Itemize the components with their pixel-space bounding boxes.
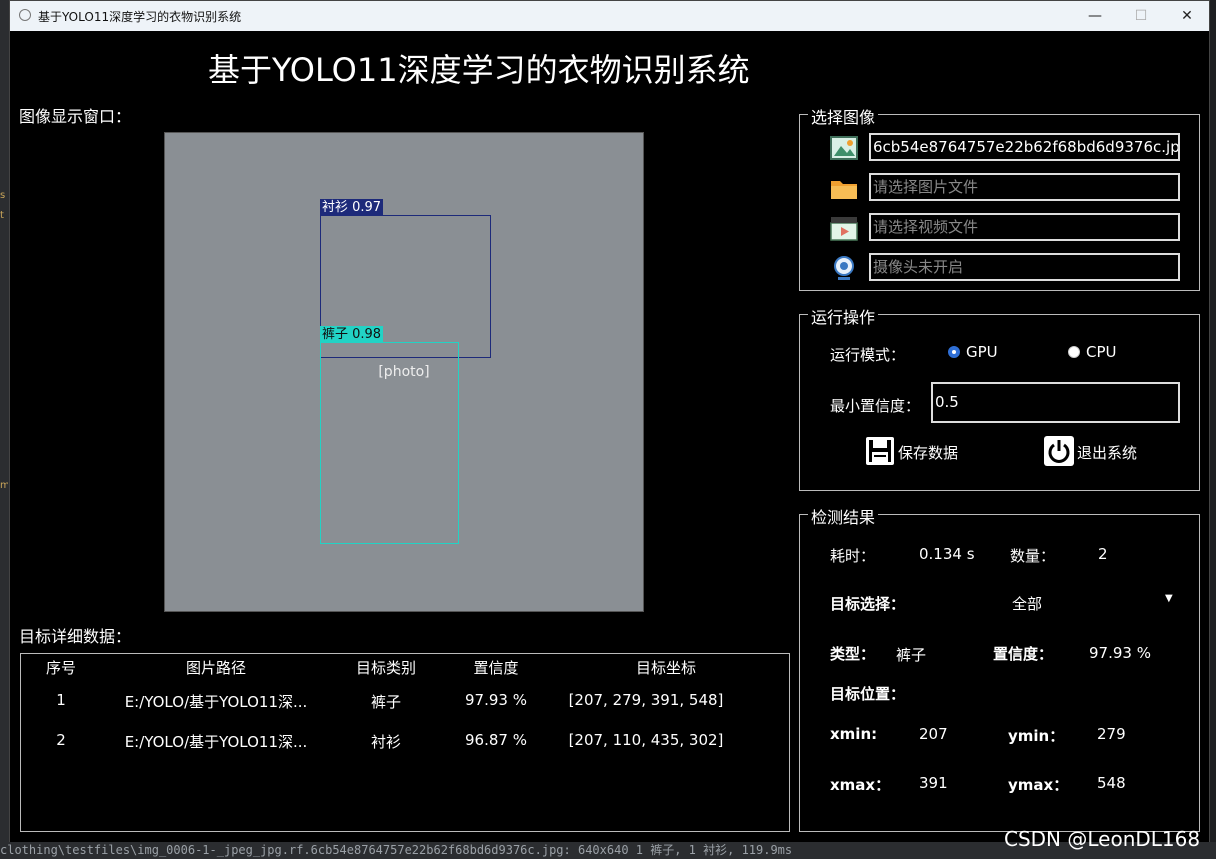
type-label: 类型： xyxy=(830,645,876,663)
operations-group: 运行操作 运行模式： GPU CPU 最小置信度： 0.5 保存数据 退出系统 xyxy=(799,304,1200,491)
conf-label: 置信度： xyxy=(993,645,1054,663)
minimize-button[interactable]: — xyxy=(1072,1,1118,31)
run-mode-label: 运行模式： xyxy=(830,346,906,364)
table-header-conf: 置信度 xyxy=(473,659,519,677)
operations-title: 运行操作 xyxy=(808,304,879,328)
table-header-path: 图片路径 xyxy=(185,659,246,677)
video-icon[interactable] xyxy=(829,213,859,243)
target-select-value: 全部 xyxy=(1012,595,1043,613)
count-label: 数量： xyxy=(1010,547,1056,565)
target-select-dropdown[interactable]: 全部 ▼ xyxy=(950,587,1180,615)
camera-icon[interactable] xyxy=(829,253,859,283)
app-icon xyxy=(19,9,31,21)
results-title: 检测结果 xyxy=(808,504,879,528)
row-class: 裤子 xyxy=(370,693,401,711)
row-path: E:/YOLO/基于YOLO11深... xyxy=(124,733,308,751)
xmin-label: xmin: xyxy=(830,725,878,743)
row-class: 衬衫 xyxy=(370,733,401,751)
image-panel-label: 图像显示窗口： xyxy=(19,107,132,126)
details-table[interactable]: 序号 图片路径 目标类别 置信度 目标坐标 1 E:/YOLO/基于YOLO11… xyxy=(20,653,790,832)
image-path-field[interactable]: 6cb54e8764757e22b62f68bd6d9376c.jpg xyxy=(869,133,1180,161)
row-index: 2 xyxy=(56,731,66,749)
image-file-field[interactable]: 请选择图片文件 xyxy=(869,173,1180,201)
detection-label-shirt: 衬衫 0.97 xyxy=(320,199,384,216)
table-label: 目标详细数据： xyxy=(19,627,132,646)
ymax-label: ymax： xyxy=(1008,776,1069,794)
save-data-button[interactable]: 保存数据 xyxy=(898,442,958,463)
select-image-title: 选择图像 xyxy=(808,104,879,128)
select-image-group: 选择图像 6cb54e8764757e22b62f68bd6d9376c.jpg… xyxy=(799,104,1200,291)
results-group: 检测结果 耗时： 0.134 s 数量： 2 目标选择： 全部 ▼ 类型： 裤子… xyxy=(799,504,1200,832)
count-value: 2 xyxy=(1098,545,1108,563)
folder-icon[interactable] xyxy=(829,173,859,203)
xmin-value: 207 xyxy=(919,725,948,743)
image-display: [photo] 衬衫 0.97 裤子 0.98 xyxy=(164,132,644,612)
table-header-index: 序号 xyxy=(45,659,76,677)
xmax-label: xmax： xyxy=(830,776,891,794)
cpu-radio[interactable] xyxy=(1068,346,1080,358)
gpu-radio[interactable] xyxy=(948,346,960,358)
save-icon[interactable] xyxy=(865,436,895,466)
watermark: CSDN @LeonDL168 xyxy=(1004,827,1201,851)
detection-label-pants: 裤子 0.98 xyxy=(320,326,384,343)
detection-box-pants: 裤子 0.98 xyxy=(320,326,459,544)
row-coords: [207, 110, 435, 302] xyxy=(568,731,724,749)
row-index: 1 xyxy=(56,691,66,709)
row-conf: 96.87 % xyxy=(465,731,527,749)
image-icon[interactable] xyxy=(829,133,859,163)
row-path: E:/YOLO/基于YOLO11深... xyxy=(124,693,308,711)
row-conf: 97.93 % xyxy=(465,691,527,709)
cpu-label: CPU xyxy=(1086,343,1117,361)
min-conf-label: 最小置信度： xyxy=(830,397,921,415)
conf-value: 97.93 % xyxy=(1089,644,1151,662)
maximize-button[interactable]: ☐ xyxy=(1118,1,1164,31)
time-value: 0.134 s xyxy=(919,545,975,563)
page-title: 基于YOLO11深度学习的衣物识别系统 xyxy=(208,51,750,89)
power-icon[interactable] xyxy=(1044,436,1074,466)
title-bar: 基于YOLO11深度学习的衣物识别系统 — ☐ ✕ xyxy=(10,1,1209,31)
xmax-value: 391 xyxy=(919,774,948,792)
exit-system-button[interactable]: 退出系统 xyxy=(1077,442,1137,463)
gpu-label: GPU xyxy=(966,343,998,361)
time-label: 耗时： xyxy=(830,547,876,565)
table-header-class: 目标类别 xyxy=(355,659,416,677)
type-value: 裤子 xyxy=(896,646,927,664)
chevron-down-icon: ▼ xyxy=(1165,593,1173,604)
camera-field[interactable]: 摄像头未开启 xyxy=(869,253,1180,281)
position-label: 目标位置： xyxy=(830,685,906,703)
ymax-value: 548 xyxy=(1097,774,1126,792)
ymin-label: ymin： xyxy=(1008,727,1065,745)
close-button[interactable]: ✕ xyxy=(1164,1,1210,31)
row-coords: [207, 279, 391, 548] xyxy=(568,691,724,709)
min-conf-input[interactable]: 0.5 xyxy=(931,382,1180,423)
app-window: 基于YOLO11深度学习的衣物识别系统 — ☐ ✕ 基于YOLO11深度学习的衣… xyxy=(9,0,1210,843)
ymin-value: 279 xyxy=(1097,725,1126,743)
window-title: 基于YOLO11深度学习的衣物识别系统 xyxy=(38,10,242,24)
table-header-coords: 目标坐标 xyxy=(635,659,696,677)
target-select-label: 目标选择： xyxy=(830,595,906,613)
video-file-field[interactable]: 请选择视频文件 xyxy=(869,213,1180,241)
